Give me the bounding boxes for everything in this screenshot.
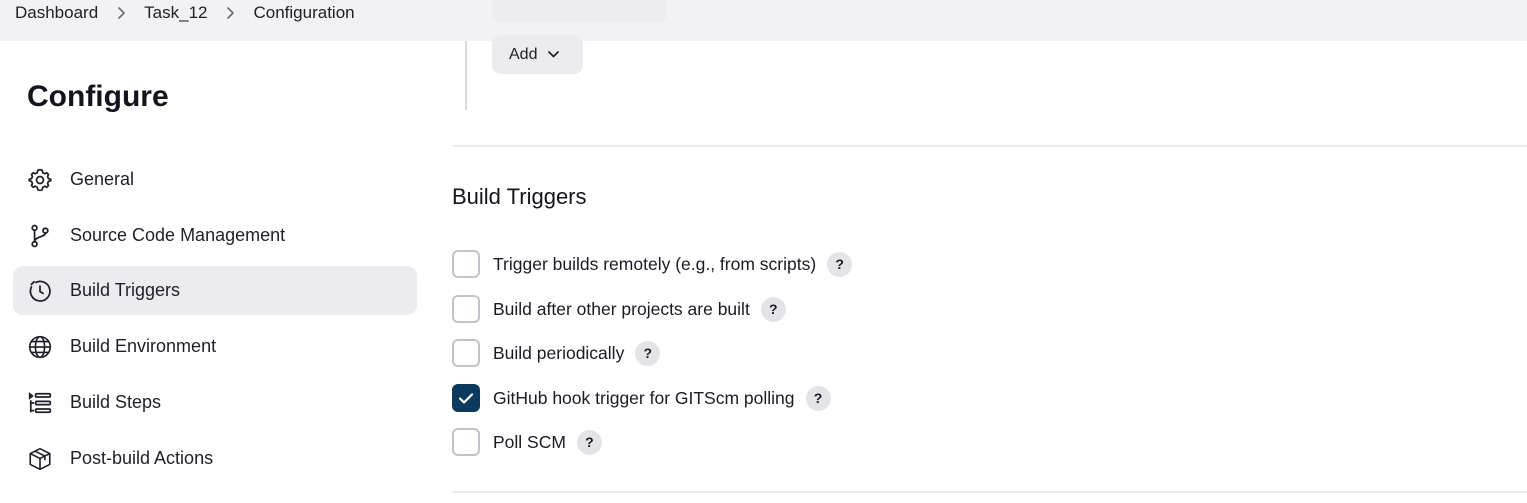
sidebar-item-label: Build Steps [70, 392, 162, 412]
help-icon[interactable]: ? [576, 429, 602, 455]
trigger-option-after-other-projects: Build after other projects are built ? [452, 295, 786, 323]
top-bar: Dashboard Task_12 Configuration [0, 0, 1527, 41]
trigger-remote-checkbox[interactable] [452, 250, 480, 278]
sidebar-item-build-triggers[interactable]: Build Triggers [13, 266, 417, 315]
trigger-periodically-checkbox[interactable] [452, 339, 480, 367]
sidebar-item-build-environment[interactable]: Build Environment [13, 322, 417, 371]
scrolled-field-remnant [492, 0, 667, 22]
trigger-github-hook-label[interactable]: GitHub hook trigger for GITScm polling [493, 388, 795, 409]
package-icon [27, 446, 53, 472]
chevron-right-icon [208, 6, 254, 20]
help-icon[interactable]: ? [805, 385, 831, 411]
trigger-periodically-label[interactable]: Build periodically [493, 343, 624, 364]
section-divider [452, 491, 1527, 493]
add-button-label: Add [509, 45, 538, 63]
checkmark-icon [458, 392, 474, 405]
gear-icon [27, 167, 53, 193]
sidebar-item-post-build-actions[interactable]: Post-build Actions [13, 434, 417, 483]
sidebar-item-label: Post-build Actions [70, 448, 214, 468]
list-icon [27, 390, 53, 416]
chevron-right-icon [98, 6, 144, 20]
trigger-remote-label[interactable]: Trigger builds remotely (e.g., from scri… [493, 254, 816, 275]
breadcrumb-configuration[interactable]: Configuration [254, 3, 355, 23]
section-title-build-triggers: Build Triggers [452, 184, 587, 209]
help-icon[interactable]: ? [827, 251, 853, 277]
section-divider [452, 145, 1527, 147]
sidebar-item-label: General [70, 169, 135, 189]
trigger-option-remote: Trigger builds remotely (e.g., from scri… [452, 250, 853, 278]
help-icon[interactable]: ? [635, 340, 661, 366]
trigger-option-poll-scm: Poll SCM ? [452, 428, 602, 456]
sidebar-item-label: Build Triggers [70, 280, 181, 300]
section-indent-line [465, 41, 467, 110]
breadcrumb: Dashboard Task_12 Configuration [15, 0, 355, 26]
sidebar-item-build-steps[interactable]: Build Steps [13, 378, 417, 427]
sidebar-item-label: Source Code Management [70, 225, 286, 245]
breadcrumb-task[interactable]: Task_12 [144, 3, 207, 23]
trigger-after-projects-label[interactable]: Build after other projects are built [493, 299, 750, 320]
trigger-option-periodically: Build periodically ? [452, 339, 661, 367]
chevron-down-icon [547, 50, 560, 59]
globe-icon [27, 334, 53, 360]
add-button[interactable]: Add [492, 35, 583, 74]
trigger-poll-scm-checkbox[interactable] [452, 428, 480, 456]
trigger-poll-scm-label[interactable]: Poll SCM [493, 432, 566, 453]
sidebar-item-label: Build Environment [70, 336, 217, 356]
page-title: Configure [27, 80, 169, 113]
help-icon[interactable]: ? [760, 296, 786, 322]
trigger-after-projects-checkbox[interactable] [452, 295, 480, 323]
breadcrumb-dashboard[interactable]: Dashboard [15, 3, 98, 23]
timer-icon [27, 278, 53, 304]
git-branch-icon [27, 223, 53, 249]
trigger-github-hook-checkbox[interactable] [452, 384, 480, 412]
sidebar-item-general[interactable]: General [13, 155, 417, 204]
trigger-option-github-hook: GitHub hook trigger for GITScm polling ? [452, 384, 831, 412]
sidebar-item-source-code-management[interactable]: Source Code Management [13, 211, 417, 260]
